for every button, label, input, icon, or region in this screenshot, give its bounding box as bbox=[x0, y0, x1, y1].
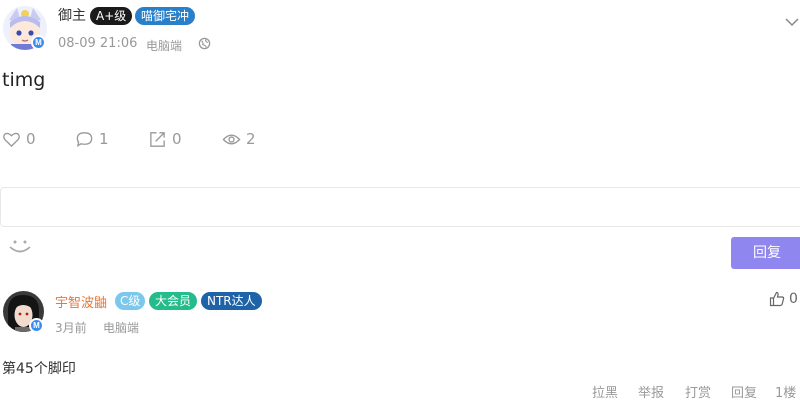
commenter-name[interactable]: 宇智波鼬 bbox=[55, 292, 107, 311]
share-stat[interactable]: 0 bbox=[148, 129, 182, 149]
share-count: 0 bbox=[172, 130, 182, 148]
smiley-icon[interactable] bbox=[8, 234, 32, 258]
member-m-badge: M bbox=[29, 318, 44, 333]
share-icon bbox=[150, 131, 165, 147]
view-count: 2 bbox=[246, 130, 256, 148]
comment-input[interactable] bbox=[0, 187, 800, 227]
heart-icon bbox=[3, 132, 20, 147]
block-link[interactable]: 拉黑 bbox=[592, 382, 618, 401]
thumbs-up-icon bbox=[769, 291, 785, 307]
post-author-name[interactable]: 御主 bbox=[58, 5, 86, 25]
comment-device: 电脑端 bbox=[103, 321, 140, 335]
comment-text: 第45个脚印 bbox=[2, 361, 76, 377]
reply-submit-button[interactable]: 回复 bbox=[731, 237, 800, 269]
post-device: 电脑端 bbox=[146, 39, 183, 53]
member-m-badge: M bbox=[31, 35, 46, 50]
comment-like-button[interactable]: 0 bbox=[769, 291, 798, 307]
like-stat[interactable]: 0 bbox=[2, 129, 36, 149]
floor-number: 1楼 bbox=[775, 386, 797, 401]
commenter-title-badge: NTR达人 bbox=[201, 292, 262, 310]
title-badge: 喵御宅冲 bbox=[135, 7, 196, 25]
big-member-badge: 大会员 bbox=[149, 292, 198, 310]
eye-icon bbox=[222, 134, 241, 144]
comment-bubble-icon bbox=[76, 131, 93, 147]
comment-count: 1 bbox=[99, 130, 109, 148]
globe-icon bbox=[198, 37, 211, 50]
post-content: timg bbox=[2, 69, 46, 91]
report-link[interactable]: 举报 bbox=[638, 382, 664, 401]
comment-like-count: 0 bbox=[789, 291, 798, 307]
post-author-avatar[interactable]: M bbox=[3, 6, 47, 50]
post-timestamp: 08-09 21:06 bbox=[58, 36, 138, 51]
reply-link[interactable]: 回复 bbox=[731, 382, 757, 401]
commenter-avatar[interactable]: M bbox=[3, 291, 44, 333]
comment-stat[interactable]: 1 bbox=[75, 129, 109, 149]
tip-link[interactable]: 打赏 bbox=[685, 382, 711, 401]
chevron-down-icon[interactable] bbox=[785, 17, 799, 27]
comment-time: 3月前 bbox=[55, 321, 87, 335]
view-stat: 2 bbox=[222, 129, 256, 149]
commenter-level-badge: C级 bbox=[115, 292, 146, 310]
level-badge: A+级 bbox=[90, 7, 133, 25]
like-count: 0 bbox=[26, 130, 36, 148]
